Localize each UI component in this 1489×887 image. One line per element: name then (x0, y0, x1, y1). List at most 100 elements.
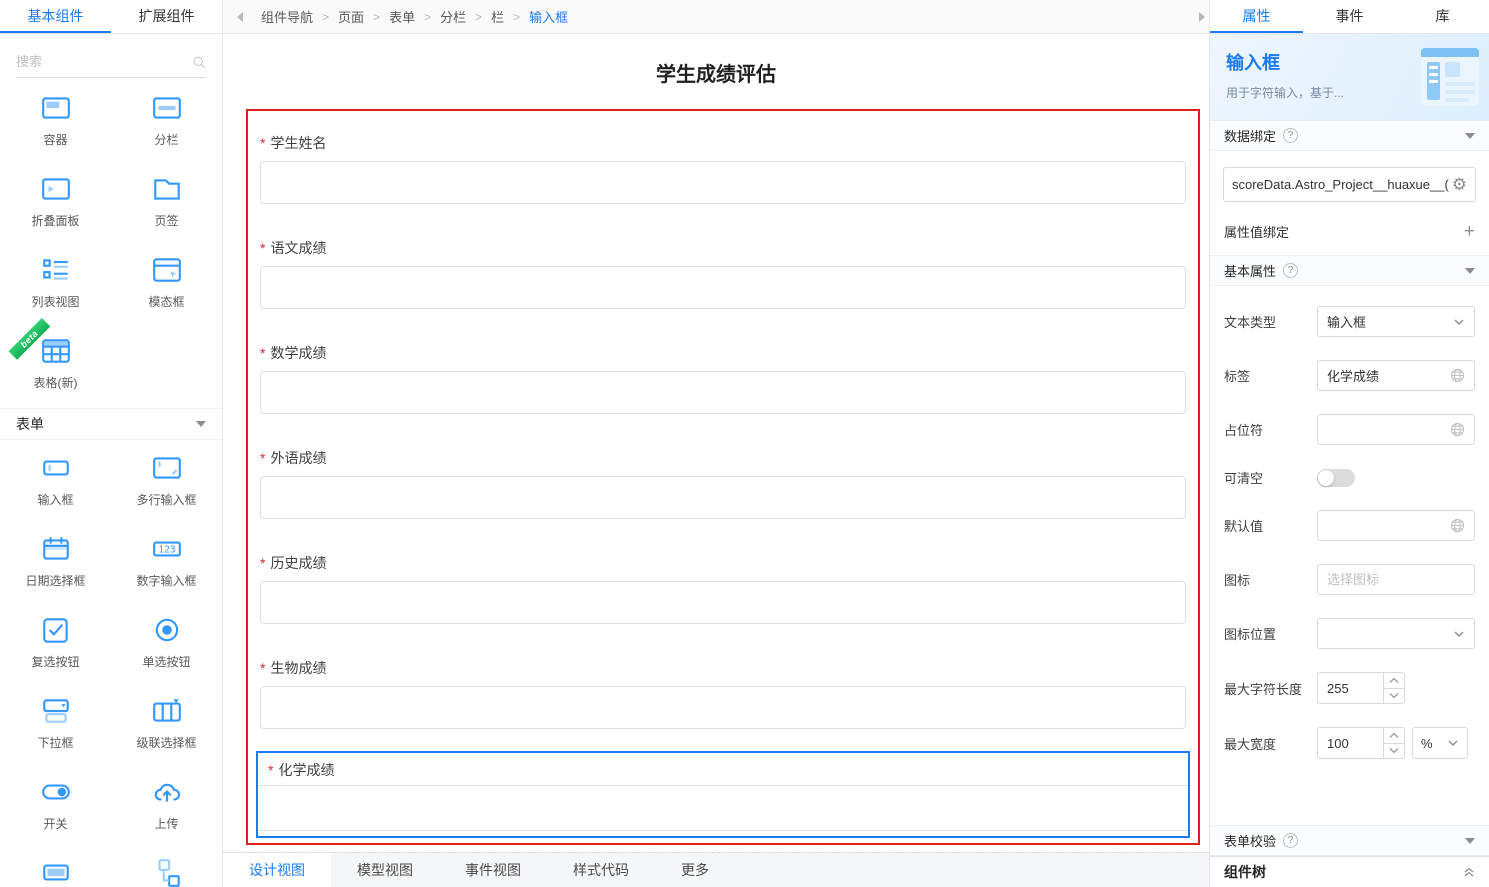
tab-basic-components[interactable]: 基本组件 (0, 0, 111, 33)
breadcrumb-item-current[interactable]: 输入框 (529, 7, 568, 26)
help-icon[interactable]: ? (1283, 263, 1299, 278)
palette-item-upload[interactable]: 上传 (111, 764, 222, 845)
number-input-icon: 123 (152, 541, 181, 557)
breadcrumb-item[interactable]: 页面 (338, 7, 364, 26)
breadcrumb-item[interactable]: 分栏 (440, 7, 466, 26)
form-field[interactable]: * 学生姓名 (260, 121, 1186, 204)
tab-event-view[interactable]: 事件视图 (439, 853, 547, 887)
stepper-value[interactable]: 255 (1318, 673, 1383, 703)
tab-properties[interactable]: 属性 (1210, 0, 1303, 33)
palette-item-button-partial[interactable] (0, 845, 111, 887)
palette-item-switch[interactable]: 开关 (0, 764, 111, 845)
required-marker: * (260, 555, 266, 571)
palette-item-cascader[interactable]: 级联选择框 (111, 683, 222, 764)
palette-item-list-view[interactable]: 列表视图 (0, 242, 111, 323)
icon-picker-field[interactable] (1327, 572, 1465, 587)
palette-item-columns[interactable]: 分栏 (111, 80, 222, 161)
chevron-down-icon (1465, 837, 1475, 844)
gear-icon[interactable]: ⚙ (1452, 176, 1467, 193)
field-label: 化学成绩 (278, 762, 335, 778)
form-field[interactable]: * 历史成绩 (260, 541, 1186, 624)
component-tree-bar[interactable]: 组件树 (1210, 856, 1489, 887)
search-input[interactable] (16, 48, 192, 75)
property-row-text-type: 文本类型 输入框 (1224, 306, 1475, 337)
globe-icon[interactable] (1450, 518, 1465, 533)
tab-model-view[interactable]: 模型视图 (331, 853, 439, 887)
palette-item-modal[interactable]: 模态框 (111, 242, 222, 323)
add-binding-icon[interactable]: + (1464, 222, 1475, 241)
form-section-header[interactable]: 表单 (0, 408, 222, 440)
text-input[interactable] (260, 371, 1186, 414)
tab-style-code[interactable]: 样式代码 (547, 853, 655, 887)
palette-item-label: 单选按钮 (142, 655, 191, 669)
text-type-select[interactable]: 输入框 (1317, 306, 1475, 337)
tab-design-view[interactable]: 设计视图 (223, 853, 331, 887)
tab-events[interactable]: 事件 (1303, 0, 1396, 33)
property-label: 标签 (1224, 369, 1251, 384)
stepper-up-icon[interactable] (1384, 728, 1404, 744)
form-field[interactable]: * 外语成绩 (260, 436, 1186, 519)
text-input[interactable] (260, 266, 1186, 309)
text-input[interactable] (260, 161, 1186, 204)
svg-text:123: 123 (158, 545, 176, 556)
max-width-unit-select[interactable]: % (1412, 727, 1468, 759)
form-field[interactable]: * 语文成绩 (260, 226, 1186, 309)
help-icon[interactable]: ? (1283, 128, 1299, 143)
property-list: 文本类型 输入框 标签 化学成绩 占位符 可清空 默认值 图标 选择图标 图标位… (1210, 286, 1489, 759)
form-field[interactable]: * 生物成绩 (260, 646, 1186, 729)
section-label: 基本属性 (1224, 264, 1277, 279)
globe-icon[interactable] (1450, 422, 1465, 437)
chevron-down-icon (1448, 740, 1458, 746)
tab-library[interactable]: 库 (1396, 0, 1489, 33)
stepper-down-icon[interactable] (1384, 689, 1404, 704)
breadcrumb-item[interactable]: 栏 (491, 7, 504, 26)
palette-item-collapse-panel[interactable]: 折叠面板 (0, 161, 111, 242)
help-icon[interactable]: ? (1283, 833, 1299, 848)
palette-item-select[interactable]: 下拉框 (0, 683, 111, 764)
default-value-input[interactable] (1317, 510, 1475, 541)
icon-picker-input[interactable] (1317, 564, 1475, 595)
palette-item-table-new[interactable]: beta 表格(新) (0, 318, 111, 404)
palette-item-container[interactable]: 容器 (0, 80, 111, 161)
palette-item-textarea[interactable]: 多行输入框 (111, 440, 222, 521)
form-field[interactable]: * 数学成绩 (260, 331, 1186, 414)
label-input[interactable]: 化学成绩 (1317, 360, 1475, 391)
form-validation-section-header[interactable]: 表单校验 ? (1210, 825, 1489, 856)
collapse-right-panel-icon[interactable] (1199, 12, 1205, 22)
field-label: 数学成绩 (270, 345, 327, 361)
palette-item-date-picker[interactable]: 日期选择框 (0, 521, 111, 602)
property-row-placeholder: 占位符 (1224, 414, 1475, 445)
selected-form-field[interactable]: * 化学成绩 (256, 751, 1190, 838)
text-input[interactable] (260, 476, 1186, 519)
breadcrumb-item[interactable]: 组件导航 (261, 7, 313, 26)
max-length-stepper[interactable]: 255 (1317, 672, 1405, 704)
collapse-left-panel-icon[interactable] (237, 11, 243, 22)
form-selection-outline[interactable]: * 学生姓名 * 语文成绩 * 数学成绩 * 外语成绩 * 历史成绩 * 生物成… (246, 109, 1200, 845)
text-input[interactable] (258, 786, 1188, 830)
globe-icon[interactable] (1450, 368, 1465, 383)
stepper-up-icon[interactable] (1384, 673, 1404, 689)
palette-item-tab-page[interactable]: 页签 (111, 161, 222, 242)
tab-extended-components[interactable]: 扩展组件 (111, 0, 222, 33)
page-canvas[interactable]: 学生成绩评估 * 学生姓名 * 语文成绩 * 数学成绩 * 外语成绩 * 历史成… (223, 34, 1209, 852)
palette-item-number-input[interactable]: 123 数字输入框 (111, 521, 222, 602)
double-chevron-up-icon[interactable] (1463, 866, 1475, 878)
text-input[interactable] (260, 686, 1186, 729)
placeholder-input[interactable] (1317, 414, 1475, 445)
palette-item-radio[interactable]: 单选按钮 (111, 602, 222, 683)
clearable-toggle[interactable] (1317, 468, 1355, 487)
text-input[interactable] (260, 581, 1186, 624)
breadcrumb-item[interactable]: 表单 (389, 7, 415, 26)
stepper-down-icon[interactable] (1384, 744, 1404, 759)
basic-properties-section-header[interactable]: 基本属性 ? (1210, 255, 1489, 286)
stepper-value[interactable]: 100 (1318, 728, 1383, 758)
palette-item-input[interactable]: 输入框 (0, 440, 111, 521)
data-binding-field[interactable]: scoreData.Astro_Project__huaxue__( ⚙ (1223, 167, 1476, 202)
palette-item-tree-partial[interactable] (111, 845, 222, 887)
palette-item-label: 复选按钮 (31, 655, 80, 669)
palette-item-checkbox[interactable]: 复选按钮 (0, 602, 111, 683)
icon-position-select[interactable] (1317, 618, 1475, 649)
tab-more[interactable]: 更多 (655, 853, 735, 887)
max-width-stepper[interactable]: 100 (1317, 727, 1405, 759)
data-binding-section-header[interactable]: 数据绑定 ? (1210, 120, 1489, 151)
